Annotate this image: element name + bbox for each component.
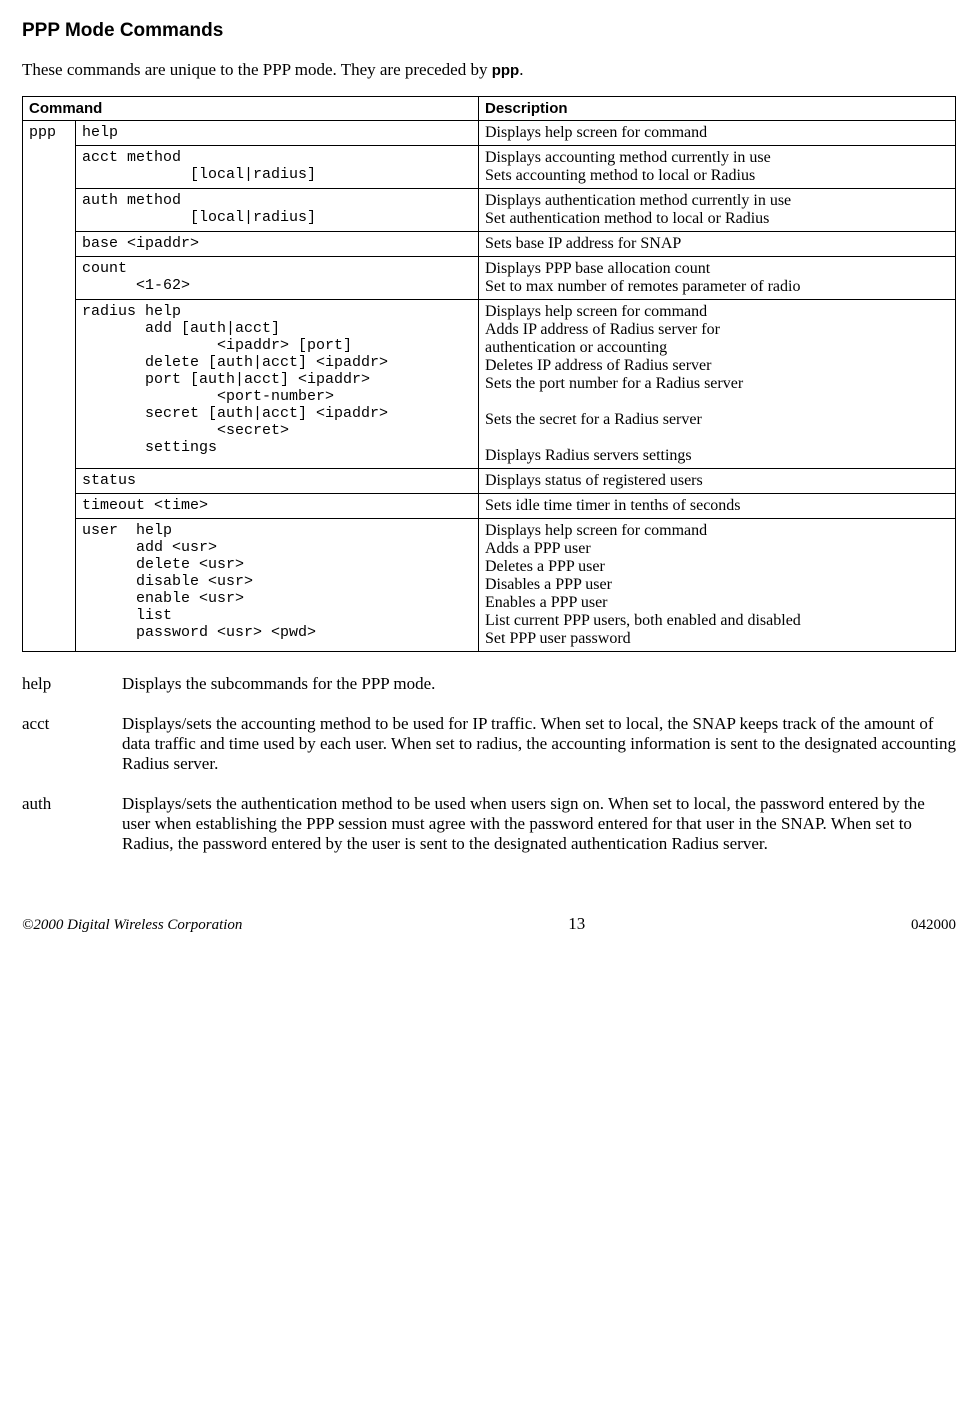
desc-cell: Displays help screen for command Adds a … — [479, 519, 956, 652]
definition-row: acctDisplays/sets the accounting method … — [22, 714, 956, 774]
footer-page-number: 13 — [568, 914, 585, 934]
cmd-cell: radius help add [auth|acct] <ipaddr> [po… — [76, 300, 479, 469]
definition-text: Displays the subcommands for the PPP mod… — [122, 674, 956, 694]
section-heading: PPP Mode Commands — [22, 20, 956, 42]
desc-cell: Displays help screen for command — [479, 121, 956, 146]
intro-text-1: These commands are unique to the PPP mod… — [22, 60, 492, 79]
cmd-cell: acct method [local|radius] — [76, 146, 479, 189]
th-command: Command — [23, 97, 479, 121]
command-table: Command Description ppphelpDisplays help… — [22, 96, 956, 652]
th-description: Description — [479, 97, 956, 121]
desc-cell: Displays PPP base allocation count Set t… — [479, 257, 956, 300]
definition-term: auth — [22, 794, 122, 854]
definition-term: help — [22, 674, 122, 694]
desc-cell: Displays authentication method currently… — [479, 189, 956, 232]
cmd-cell: help — [76, 121, 479, 146]
desc-cell: Displays accounting method currently in … — [479, 146, 956, 189]
definitions-block: helpDisplays the subcommands for the PPP… — [22, 674, 956, 854]
desc-cell: Displays status of registered users — [479, 469, 956, 494]
intro-paragraph: These commands are unique to the PPP mod… — [22, 60, 956, 80]
cmd-cell: count <1-62> — [76, 257, 479, 300]
intro-text-2: . — [519, 60, 523, 79]
footer-copyright: ©2000 Digital Wireless Corporation — [22, 917, 242, 934]
definition-text: Displays/sets the accounting method to b… — [122, 714, 956, 774]
cmd-cell: base <ipaddr> — [76, 232, 479, 257]
cmd-cell: timeout <time> — [76, 494, 479, 519]
definition-row: helpDisplays the subcommands for the PPP… — [22, 674, 956, 694]
definition-text: Displays/sets the authentication method … — [122, 794, 956, 854]
definition-term: acct — [22, 714, 122, 774]
cmd-cell: user help add <usr> delete <usr> disable… — [76, 519, 479, 652]
desc-cell: Sets idle time timer in tenths of second… — [479, 494, 956, 519]
intro-bold: ppp — [492, 62, 520, 79]
cmd-prefix-cell: ppp — [23, 121, 76, 652]
desc-cell: Sets base IP address for SNAP — [479, 232, 956, 257]
page-footer: ©2000 Digital Wireless Corporation 13 04… — [22, 914, 956, 934]
cmd-cell: status — [76, 469, 479, 494]
footer-doc-id: 042000 — [911, 917, 956, 934]
desc-cell: Displays help screen for command Adds IP… — [479, 300, 956, 469]
cmd-cell: auth method [local|radius] — [76, 189, 479, 232]
definition-row: authDisplays/sets the authentication met… — [22, 794, 956, 854]
